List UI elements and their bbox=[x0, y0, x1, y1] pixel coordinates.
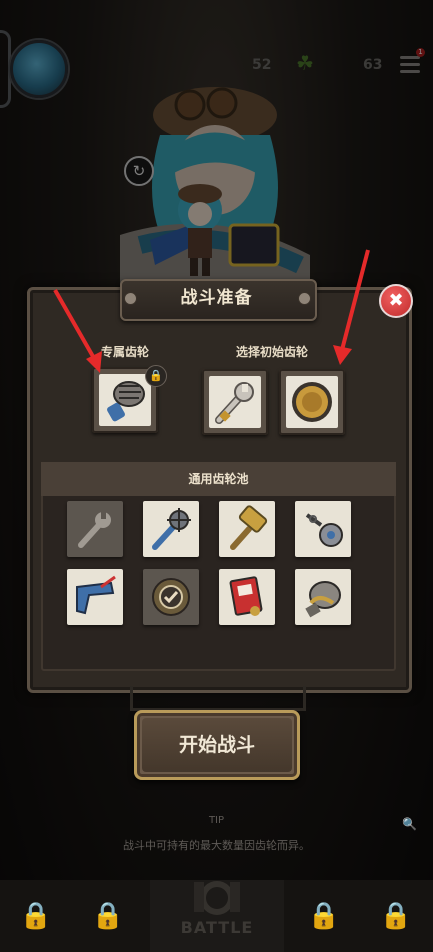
search-icon: 🔍 bbox=[402, 817, 417, 831]
button-connector bbox=[130, 686, 306, 711]
wrench-icon bbox=[215, 382, 254, 424]
nav-lock-icon-2[interactable]: 🔒 bbox=[80, 888, 136, 944]
pool-gear-wrench[interactable] bbox=[67, 501, 123, 557]
chain-flail-icon bbox=[305, 513, 343, 547]
pool-gear-gun[interactable] bbox=[67, 569, 123, 625]
panel-title: 战斗准备 bbox=[180, 288, 253, 308]
pool-gear-shield[interactable] bbox=[143, 569, 199, 625]
lock-icon: 🔒 bbox=[145, 365, 167, 387]
initial-gear-label: 选择初始齿轮 bbox=[236, 345, 309, 359]
spiked-mace-icon bbox=[152, 508, 191, 550]
annotation-arrow bbox=[333, 249, 370, 365]
nav-lock-icon-3[interactable]: 🔒 bbox=[296, 888, 352, 944]
initial-gear-slot-1[interactable] bbox=[202, 369, 268, 435]
nav-lock-icon-1[interactable]: 🔒 bbox=[8, 888, 64, 944]
round-shield-icon bbox=[292, 382, 332, 422]
wrench-icon bbox=[78, 512, 111, 548]
annotation-arrow bbox=[53, 289, 102, 373]
red-card-icon bbox=[229, 576, 263, 616]
close-button[interactable]: ✖ bbox=[379, 284, 413, 318]
gauntlet-icon bbox=[305, 581, 341, 618]
blue-gun-icon bbox=[76, 575, 116, 615]
battle-gear-icon bbox=[194, 881, 240, 915]
start-battle-label: 开始战斗 bbox=[178, 734, 255, 756]
round-shield-icon bbox=[152, 578, 190, 616]
gear-pool-title: 通用齿轮池 bbox=[188, 472, 249, 486]
tip-text: 战斗中可持有的最大数量因齿轮而异。 bbox=[123, 839, 310, 852]
golden-hammer-icon bbox=[230, 505, 268, 550]
tip-label: TIP bbox=[208, 815, 225, 826]
pool-gear-mace[interactable] bbox=[143, 501, 199, 557]
pool-gear-hammer[interactable] bbox=[219, 501, 275, 557]
nav-battle-label: BATTLE bbox=[180, 918, 254, 937]
gauntlet-icon bbox=[107, 381, 145, 422]
nav-lock-icon-4[interactable]: 🔒 bbox=[368, 888, 424, 944]
pool-gear-flail[interactable] bbox=[295, 501, 351, 557]
pool-gear-gauntlet[interactable] bbox=[295, 569, 351, 625]
pool-gear-card[interactable] bbox=[219, 569, 275, 625]
initial-gear-slot-2[interactable] bbox=[279, 369, 345, 435]
